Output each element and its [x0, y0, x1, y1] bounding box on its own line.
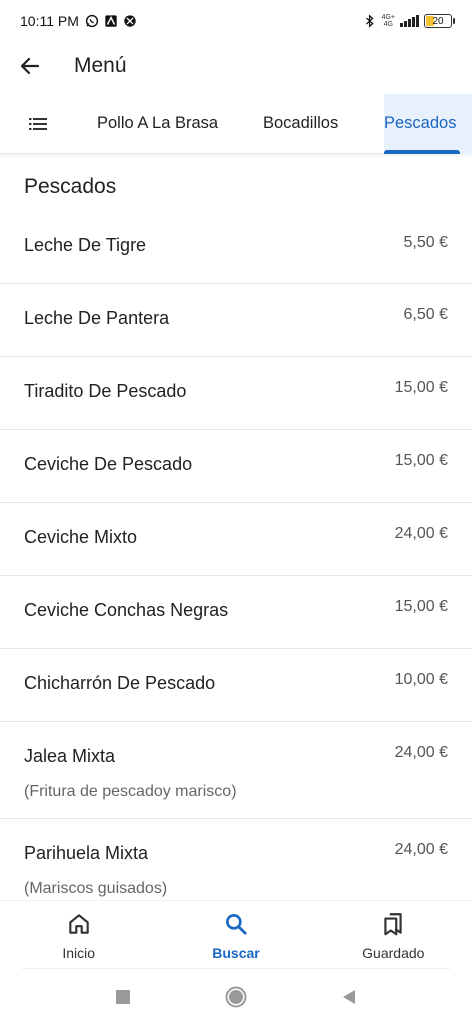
menu-item[interactable]: Chicharrón De Pescado 10,00 €	[0, 649, 472, 722]
nav-label: Buscar	[212, 944, 260, 961]
search-icon	[226, 913, 247, 935]
network-type: 4G+ 4G	[381, 14, 395, 28]
menu-item[interactable]: Parihuela Mixta (Mariscos guisados) 24,0…	[0, 819, 472, 900]
app-bar: Menú	[0, 42, 472, 90]
item-name: Leche De Pantera	[24, 308, 170, 328]
nav-buscar[interactable]: Buscar	[157, 901, 314, 970]
menu-item[interactable]: Tiradito De Pescado 15,00 €	[0, 357, 472, 430]
menu-list: Leche De Tigre 5,50 € Leche De Pantera 6…	[0, 209, 472, 900]
nav-guardado[interactable]: Guardado	[315, 901, 472, 970]
menu-item[interactable]: Jalea Mixta (Fritura de pescadoy marisco…	[0, 722, 472, 819]
category-tabs: Pollo A La Brasa Bocadillos Pescados	[0, 93, 472, 154]
item-name: Ceviche Mixto	[24, 527, 138, 547]
item-name: Chicharrón De Pescado	[24, 673, 216, 693]
bottom-navigation: Inicio Buscar Guardado	[0, 900, 472, 970]
status-bar: 10:11 PM 4G+ 4G 20	[0, 0, 472, 42]
item-price: 15,00 €	[394, 379, 448, 396]
item-price: 5,50 €	[403, 234, 448, 251]
list-icon	[29, 117, 47, 130]
back-button[interactable]	[2, 42, 58, 90]
item-price: 6,50 €	[403, 306, 448, 323]
item-price: 24,00 €	[394, 841, 448, 858]
whatsapp-icon	[85, 14, 99, 28]
divider	[22, 968, 450, 969]
item-price: 15,00 €	[394, 598, 448, 615]
item-description: (Mariscos guisados)	[24, 880, 168, 897]
arrow-back-icon	[20, 57, 40, 75]
item-name: Ceviche Conchas Negras	[24, 600, 229, 620]
home-icon	[68, 913, 89, 934]
item-name: Ceviche De Pescado	[24, 454, 193, 474]
nav-label: Inicio	[62, 944, 95, 961]
item-name: Jalea Mixta	[24, 746, 116, 766]
item-description: (Fritura de pescadoy marisco)	[24, 783, 237, 800]
system-navigation	[0, 970, 472, 1024]
recents-button-icon[interactable]	[114, 988, 132, 1006]
item-price: 10,00 €	[394, 671, 448, 688]
status-time: 10:11 PM	[20, 13, 79, 29]
back-button-icon[interactable]	[340, 988, 358, 1006]
bluetooth-icon	[365, 14, 374, 28]
item-name: Tiradito De Pescado	[24, 381, 187, 401]
home-button-icon[interactable]	[224, 985, 248, 1009]
menu-item[interactable]: Leche De Pantera 6,50 €	[0, 284, 472, 357]
menu-item[interactable]: Leche De Tigre 5,50 €	[0, 209, 472, 284]
menu-item[interactable]: Ceviche Conchas Negras 15,00 €	[0, 576, 472, 649]
item-price: 24,00 €	[394, 744, 448, 761]
app-notification-icon	[105, 15, 117, 27]
item-name: Leche De Tigre	[24, 235, 147, 255]
signal-icon	[400, 15, 419, 27]
category-list-button[interactable]	[0, 94, 76, 154]
item-name: Parihuela Mixta	[24, 843, 149, 863]
nav-inicio[interactable]: Inicio	[0, 901, 157, 970]
nav-label: Guardado	[362, 944, 425, 961]
page-title: Menú	[74, 54, 127, 77]
xbox-icon	[124, 15, 136, 27]
tab-pollo-a-la-brasa[interactable]: Pollo A La Brasa	[97, 94, 218, 154]
menu-item[interactable]: Ceviche De Pescado 15,00 €	[0, 430, 472, 503]
menu-content: Pescados Leche De Tigre 5,50 € Leche De …	[0, 155, 472, 900]
item-price: 24,00 €	[394, 525, 448, 542]
section-title: Pescados	[24, 175, 117, 198]
tab-pescados[interactable]: Pescados	[384, 93, 472, 154]
tab-bocadillos[interactable]: Bocadillos	[263, 94, 338, 154]
bookmarks-icon	[384, 912, 402, 935]
battery-icon: 20	[424, 14, 455, 28]
item-price: 15,00 €	[394, 452, 448, 469]
menu-item[interactable]: Ceviche Mixto 24,00 €	[0, 503, 472, 576]
